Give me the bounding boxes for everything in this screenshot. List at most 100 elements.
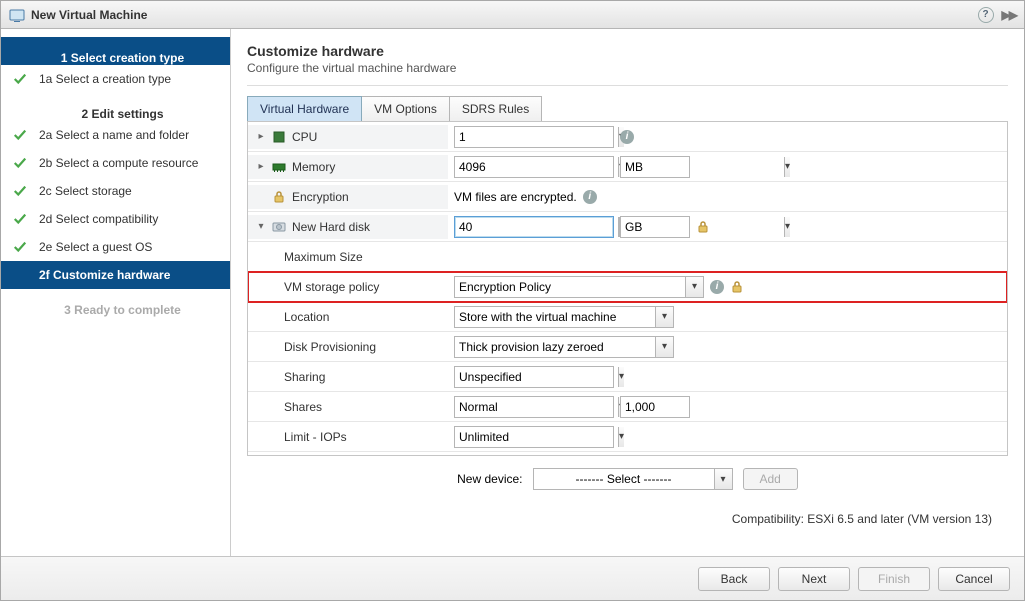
provisioning-label: Disk Provisioning [284,340,376,354]
step-2a[interactable]: 2a Select a name and folder [1,121,230,149]
sharing-select[interactable]: ▾ [454,366,614,388]
shares-value [455,397,618,417]
titlebar: New Virtual Machine ? ▶▶ [1,1,1024,29]
new-disk-size-input[interactable]: ▴▾ [454,216,614,238]
encryption-label: Encryption [292,190,349,204]
memory-input[interactable]: ▾ [454,156,614,178]
check-icon [13,212,27,226]
limit-select[interactable]: ▾ [454,426,614,448]
tab-virtual-hardware[interactable]: Virtual Hardware [247,96,362,121]
memory-unit-select[interactable]: ▾ [620,156,690,178]
new-device-row: New device: ▾ Add [247,455,1008,502]
provisioning-select[interactable]: ▾ [454,336,674,358]
check-icon [13,128,27,142]
row-disk-provisioning: Disk Provisioning ▾ [248,332,1007,362]
cpu-select[interactable]: ▾ [454,126,614,148]
new-disk-unit-select[interactable]: ▾ [620,216,690,238]
row-vm-storage-policy: VM storage policy ▾ i [248,272,1007,302]
dropdown-arrow-icon[interactable]: ▾ [714,469,732,489]
wizard-steps: 1 Select creation type 1a Select a creat… [1,29,231,556]
lock-icon [272,190,286,204]
row-cpu: ▸ CPU ▾ i [248,122,1007,152]
help-button[interactable]: ? [978,7,994,23]
dropdown-arrow-icon[interactable]: ▾ [655,337,673,357]
check-icon [13,240,27,254]
page-heading: Customize hardware [247,43,1008,59]
new-disk-label: New Hard disk [292,220,370,234]
row-location: Location ▾ [248,302,1007,332]
expand-toggle[interactable]: ▾ [256,221,266,232]
check-icon [13,156,27,170]
step-3: 3 Ready to complete [1,289,230,317]
memory-value[interactable] [455,157,618,177]
location-label: Location [284,310,329,324]
hardware-grid[interactable]: ▸ CPU ▾ i [248,122,1007,455]
back-button[interactable]: Back [698,567,770,591]
step-2[interactable]: 2 Edit settings [1,93,230,121]
divider [247,85,1008,86]
row-max-size: Maximum Size [248,242,1007,272]
dropdown-arrow-icon[interactable]: ▾ [618,367,624,387]
vm-icon [9,7,25,23]
step-1[interactable]: 1 Select creation type [1,37,230,65]
memory-unit-value [621,157,784,177]
row-limit-iops: Limit - IOPs ▾ [248,422,1007,452]
expand-toggle[interactable]: ▸ [256,131,266,142]
sharing-value [455,367,618,387]
tab-sdrs-rules[interactable]: SDRS Rules [449,96,542,121]
shares-select[interactable]: ▾ [454,396,614,418]
compatibility-text: Compatibility: ESXi 6.5 and later (VM ve… [247,502,1008,534]
memory-label: Memory [292,160,335,174]
lock-icon [696,220,710,234]
dialog-footer: Back Next Finish Cancel [1,556,1024,600]
row-new-hard-disk: ▾ New Hard disk ▴▾ ▾ [248,212,1007,242]
next-button[interactable]: Next [778,567,850,591]
new-device-label: New device: [457,472,522,486]
dropdown-arrow-icon[interactable]: ▾ [685,277,703,297]
expand-toggle[interactable]: ▸ [256,161,266,172]
tabs: Virtual Hardware VM Options SDRS Rules [247,96,1008,121]
cpu-value[interactable] [455,127,618,147]
info-icon[interactable]: i [710,280,724,294]
check-icon [13,72,27,86]
step-1a[interactable]: 1a Select a creation type [1,65,230,93]
dropdown-arrow-icon[interactable]: ▾ [618,427,624,447]
dropdown-arrow-icon[interactable]: ▾ [784,217,790,237]
dialog-title: New Virtual Machine [31,8,147,22]
new-device-select[interactable]: ▾ [533,468,733,490]
memory-icon [272,160,286,174]
row-encryption: Encryption VM files are encrypted. i [248,182,1007,212]
dropdown-arrow-icon[interactable]: ▾ [655,307,673,327]
tab-vm-options[interactable]: VM Options [361,96,450,121]
cpu-label: CPU [292,130,317,144]
check-icon [13,184,27,198]
page-subheading: Configure the virtual machine hardware [247,61,1008,75]
new-device-value [534,469,714,489]
info-icon[interactable]: i [583,190,597,204]
step-2b[interactable]: 2b Select a compute resource [1,149,230,177]
sharing-label: Sharing [284,370,325,384]
shares-num-value[interactable] [621,397,784,417]
step-2f[interactable]: 2f Customize hardware [1,261,230,289]
provisioning-value [455,337,655,357]
cpu-icon [272,130,286,144]
dropdown-arrow-icon[interactable]: ▾ [784,157,790,177]
row-sharing: Sharing ▾ [248,362,1007,392]
step-2d[interactable]: 2d Select compatibility [1,205,230,233]
add-device-button: Add [743,468,798,490]
info-icon[interactable]: i [620,130,634,144]
row-memory: ▸ Memory ▾ ▾ [248,152,1007,182]
limit-value [455,427,618,447]
location-select[interactable]: ▾ [454,306,674,328]
storage-policy-select[interactable]: ▾ [454,276,704,298]
shares-label: Shares [284,400,322,414]
encryption-value: VM files are encrypted. [454,190,577,204]
shares-number[interactable] [620,396,690,418]
new-disk-value[interactable] [455,217,618,237]
step-2e[interactable]: 2e Select a guest OS [1,233,230,261]
cancel-button[interactable]: Cancel [938,567,1010,591]
expand-button[interactable]: ▶▶ [1002,8,1016,22]
max-size-label: Maximum Size [284,250,363,264]
step-2c[interactable]: 2c Select storage [1,177,230,205]
row-shares: Shares ▾ [248,392,1007,422]
